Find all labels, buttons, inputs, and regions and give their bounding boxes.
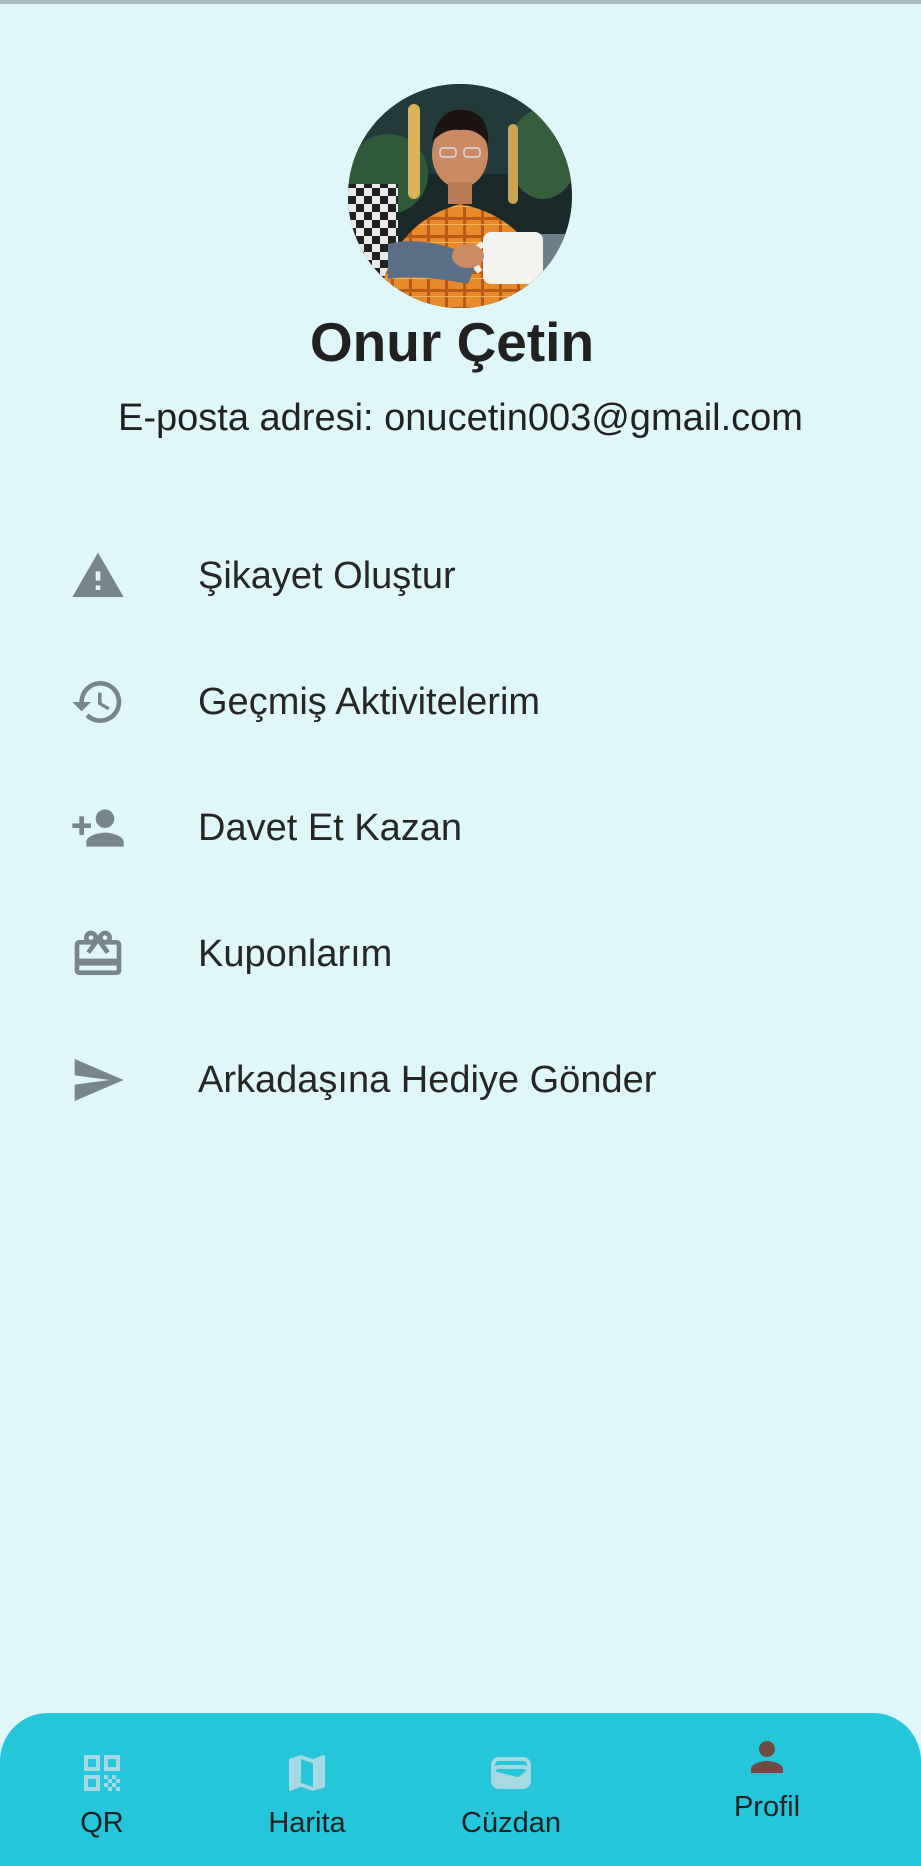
nav-item-profile[interactable]: Profil bbox=[677, 1713, 857, 1866]
menu-item-label: Geçmiş Aktivitelerim bbox=[198, 681, 541, 723]
send-icon bbox=[70, 1052, 126, 1108]
qr-code-icon bbox=[78, 1749, 126, 1797]
menu-item-label: Kuponlarım bbox=[198, 933, 393, 975]
person-add-icon bbox=[70, 800, 126, 856]
history-icon bbox=[70, 674, 126, 730]
card-giftcard-icon bbox=[70, 926, 126, 982]
nav-item-map[interactable]: Harita bbox=[217, 1713, 397, 1866]
profile-menu: Şikayet Oluştur Geçmiş Aktivitelerim Dav… bbox=[0, 513, 921, 1143]
bottom-navigation: QR Harita Cüzdan Profil bbox=[0, 1713, 921, 1866]
wallet-icon bbox=[487, 1749, 535, 1797]
person-icon bbox=[743, 1733, 791, 1781]
map-icon bbox=[283, 1749, 331, 1797]
nav-item-wallet[interactable]: Cüzdan bbox=[421, 1713, 601, 1866]
user-email: E-posta adresi: onucetin003@gmail.com bbox=[118, 397, 803, 439]
menu-item-send-gift[interactable]: Arkadaşına Hediye Gönder bbox=[0, 1017, 921, 1143]
menu-item-label: Şikayet Oluştur bbox=[198, 555, 456, 597]
top-divider bbox=[0, 0, 921, 4]
nav-item-qr[interactable]: QR bbox=[12, 1713, 192, 1866]
nav-label-qr: QR bbox=[80, 1807, 124, 1839]
menu-item-history[interactable]: Geçmiş Aktivitelerim bbox=[0, 639, 921, 765]
avatar bbox=[348, 84, 572, 308]
nav-label-map: Harita bbox=[268, 1807, 346, 1839]
menu-item-coupons[interactable]: Kuponlarım bbox=[0, 891, 921, 1017]
user-name: Onur Çetin bbox=[309, 311, 595, 373]
menu-item-label: Davet Et Kazan bbox=[198, 807, 463, 849]
warning-icon bbox=[70, 548, 126, 604]
menu-item-invite[interactable]: Davet Et Kazan bbox=[0, 765, 921, 891]
menu-item-label: Arkadaşına Hediye Gönder bbox=[198, 1059, 657, 1101]
menu-item-complaint[interactable]: Şikayet Oluştur bbox=[0, 513, 921, 639]
nav-label-wallet: Cüzdan bbox=[461, 1807, 561, 1839]
nav-label-profile: Profil bbox=[733, 1791, 801, 1823]
profile-photo bbox=[348, 84, 572, 308]
